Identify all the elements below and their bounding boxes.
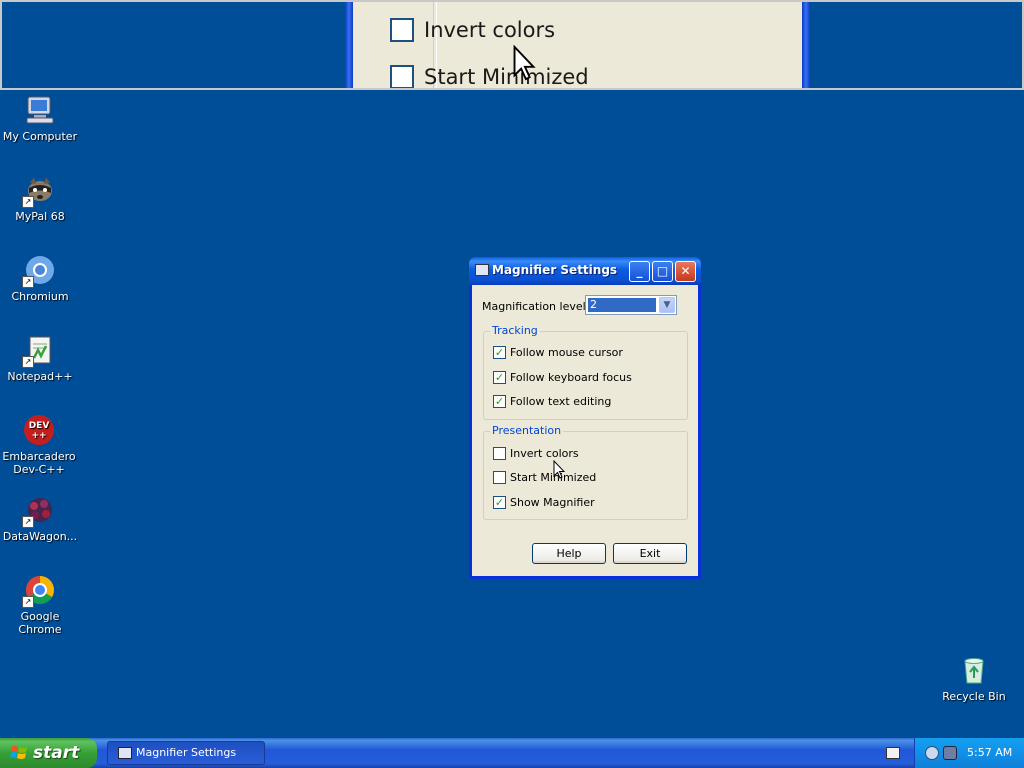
svg-text:++: ++ xyxy=(31,431,46,441)
desktop-icon-notepad-plus-plus[interactable]: ↗ Notepad++ xyxy=(0,334,80,383)
taskbar-item-label: Magnifier Settings xyxy=(136,746,237,759)
taskbar: start Magnifier Settings xyxy=(0,738,1024,768)
presentation-group: Presentation Invert colors Start Minimiz… xyxy=(483,424,688,520)
my-computer-icon xyxy=(24,94,56,126)
magnifier-tray-icon[interactable] xyxy=(943,746,957,760)
invert-colors-checkbox[interactable] xyxy=(493,446,506,460)
start-minimized-checkbox[interactable] xyxy=(493,470,506,484)
desktop-icon-recycle-bin[interactable]: Recycle Bin xyxy=(934,654,1014,703)
magnifier-app-icon xyxy=(475,264,489,276)
magnified-checkbox xyxy=(390,65,414,88)
shortcut-arrow-icon: ↗ xyxy=(22,596,34,608)
checkbox-label: Follow mouse cursor xyxy=(510,345,623,359)
magnifier-settings-dialog: Magnifier Settings _ □ ✕ Magnification l… xyxy=(469,257,701,579)
mouse-cursor-icon xyxy=(553,460,565,479)
checkbox-label: Show Magnifier xyxy=(510,495,595,509)
desktop-icon-label: Notepad++ xyxy=(7,370,73,383)
datawagon-icon: ↗ xyxy=(22,494,56,528)
follow-keyboard-focus-checkbox[interactable]: ✓ xyxy=(493,370,506,384)
minimize-icon: _ xyxy=(636,264,643,278)
desktop-icon-label: Recycle Bin xyxy=(942,690,1006,703)
magnified-window-border xyxy=(802,2,810,88)
notepad-plus-plus-icon: ↗ xyxy=(22,334,56,368)
system-tray: 5:57 AM xyxy=(914,738,1024,768)
magnified-label: Invert colors xyxy=(424,18,556,42)
dialog-client-area: Magnification level: 2 ▼ Tracking ✓ Foll… xyxy=(472,285,698,576)
keyboard-icon[interactable] xyxy=(886,747,900,759)
tracking-group-title: Tracking xyxy=(490,324,540,337)
tracking-group: Tracking ✓ Follow mouse cursor ✓ Follow … xyxy=(483,324,688,420)
follow-keyboard-focus-option[interactable]: ✓ Follow keyboard focus xyxy=(493,369,632,385)
invert-colors-option[interactable]: Invert colors xyxy=(493,445,579,461)
start-button[interactable]: start xyxy=(0,738,97,768)
follow-mouse-cursor-checkbox[interactable]: ✓ xyxy=(493,345,506,359)
checkbox-label: Follow keyboard focus xyxy=(510,370,632,384)
magnification-level-select[interactable]: 2 ▼ xyxy=(585,295,677,315)
google-chrome-icon: ↗ xyxy=(22,574,56,608)
maximize-button[interactable]: □ xyxy=(652,261,673,282)
svg-text:DEV: DEV xyxy=(29,421,50,431)
network-icon[interactable] xyxy=(925,746,939,760)
start-minimized-option[interactable]: Start Minimized xyxy=(493,469,596,485)
magnifier-view: Invert colors Start Minimized xyxy=(0,0,1024,90)
desktop-icon-label: Chromium xyxy=(11,290,69,303)
maximize-icon: □ xyxy=(656,264,669,278)
desktop-icon-mypal[interactable]: ↗ MyPal 68 xyxy=(0,174,80,223)
desktop-icon-label: Google Chrome xyxy=(18,610,62,636)
presentation-group-title: Presentation xyxy=(490,424,564,437)
recycle-bin-icon xyxy=(958,654,990,686)
help-button[interactable]: Help xyxy=(532,543,606,564)
magnified-label: Start Minimized xyxy=(424,65,589,89)
show-magnifier-option[interactable]: ✓ Show Magnifier xyxy=(493,494,595,510)
shortcut-arrow-icon: ↗ xyxy=(22,516,34,528)
chromium-icon: ↗ xyxy=(22,254,56,288)
close-button[interactable]: ✕ xyxy=(675,261,696,282)
exit-button[interactable]: Exit xyxy=(613,543,687,564)
dialog-titlebar[interactable]: Magnifier Settings _ □ ✕ xyxy=(469,257,701,285)
clock[interactable]: 5:57 AM xyxy=(967,746,1012,759)
follow-text-editing-checkbox[interactable]: ✓ xyxy=(493,394,506,408)
checkmark-icon: ✓ xyxy=(494,394,505,408)
shortcut-arrow-icon: ↗ xyxy=(22,356,34,368)
desktop-icon-google-chrome[interactable]: ↗ Google Chrome xyxy=(0,574,80,636)
dialog-title: Magnifier Settings xyxy=(492,263,618,277)
chevron-down-icon[interactable]: ▼ xyxy=(659,297,675,313)
desktop-icon-devcpp[interactable]: DEV ++ Embarcadero Dev-C++ xyxy=(0,414,78,476)
checkbox-label: Follow text editing xyxy=(510,394,612,408)
desktop-icon-label: DataWagon... xyxy=(2,530,78,543)
magnifier-app-icon xyxy=(118,747,132,759)
show-magnifier-checkbox[interactable]: ✓ xyxy=(493,495,506,509)
shortcut-arrow-icon: ↗ xyxy=(22,196,34,208)
magnified-cursor-icon xyxy=(513,45,536,81)
shortcut-arrow-icon: ↗ xyxy=(22,276,34,288)
desktop-icon-datawagon[interactable]: ↗ DataWagon... xyxy=(0,494,80,543)
desktop-icon-label: My Computer xyxy=(2,130,78,143)
magnification-level-label: Magnification level: xyxy=(482,300,590,313)
follow-mouse-cursor-option[interactable]: ✓ Follow mouse cursor xyxy=(493,344,623,360)
magnified-invert-colors: Invert colors xyxy=(390,16,555,44)
taskbar-item-magnifier-settings[interactable]: Magnifier Settings xyxy=(107,741,265,765)
checkmark-icon: ✓ xyxy=(494,370,505,384)
start-label: start xyxy=(33,743,80,763)
desktop-icon-label: MyPal 68 xyxy=(15,210,65,223)
magnified-checkbox xyxy=(390,18,414,42)
desktop-icon-label: Embarcadero Dev-C++ xyxy=(2,450,76,476)
devcpp-icon: DEV ++ xyxy=(23,414,55,446)
desktop-icon-my-computer[interactable]: My Computer xyxy=(0,94,80,143)
mypal-icon: ↗ xyxy=(22,174,56,208)
magnified-window-border xyxy=(345,2,353,88)
follow-text-editing-option[interactable]: ✓ Follow text editing xyxy=(493,393,611,409)
checkmark-icon: ✓ xyxy=(494,495,505,509)
windows-logo-icon xyxy=(10,746,27,759)
close-icon: ✕ xyxy=(680,264,691,278)
checkbox-label: Invert colors xyxy=(510,446,579,460)
magnification-level-value: 2 xyxy=(588,298,656,312)
desktop-icon-chromium[interactable]: ↗ Chromium xyxy=(0,254,80,303)
checkmark-icon: ✓ xyxy=(494,345,505,359)
minimize-button[interactable]: _ xyxy=(629,261,650,282)
magnified-start-minimized: Start Minimized xyxy=(390,63,589,89)
